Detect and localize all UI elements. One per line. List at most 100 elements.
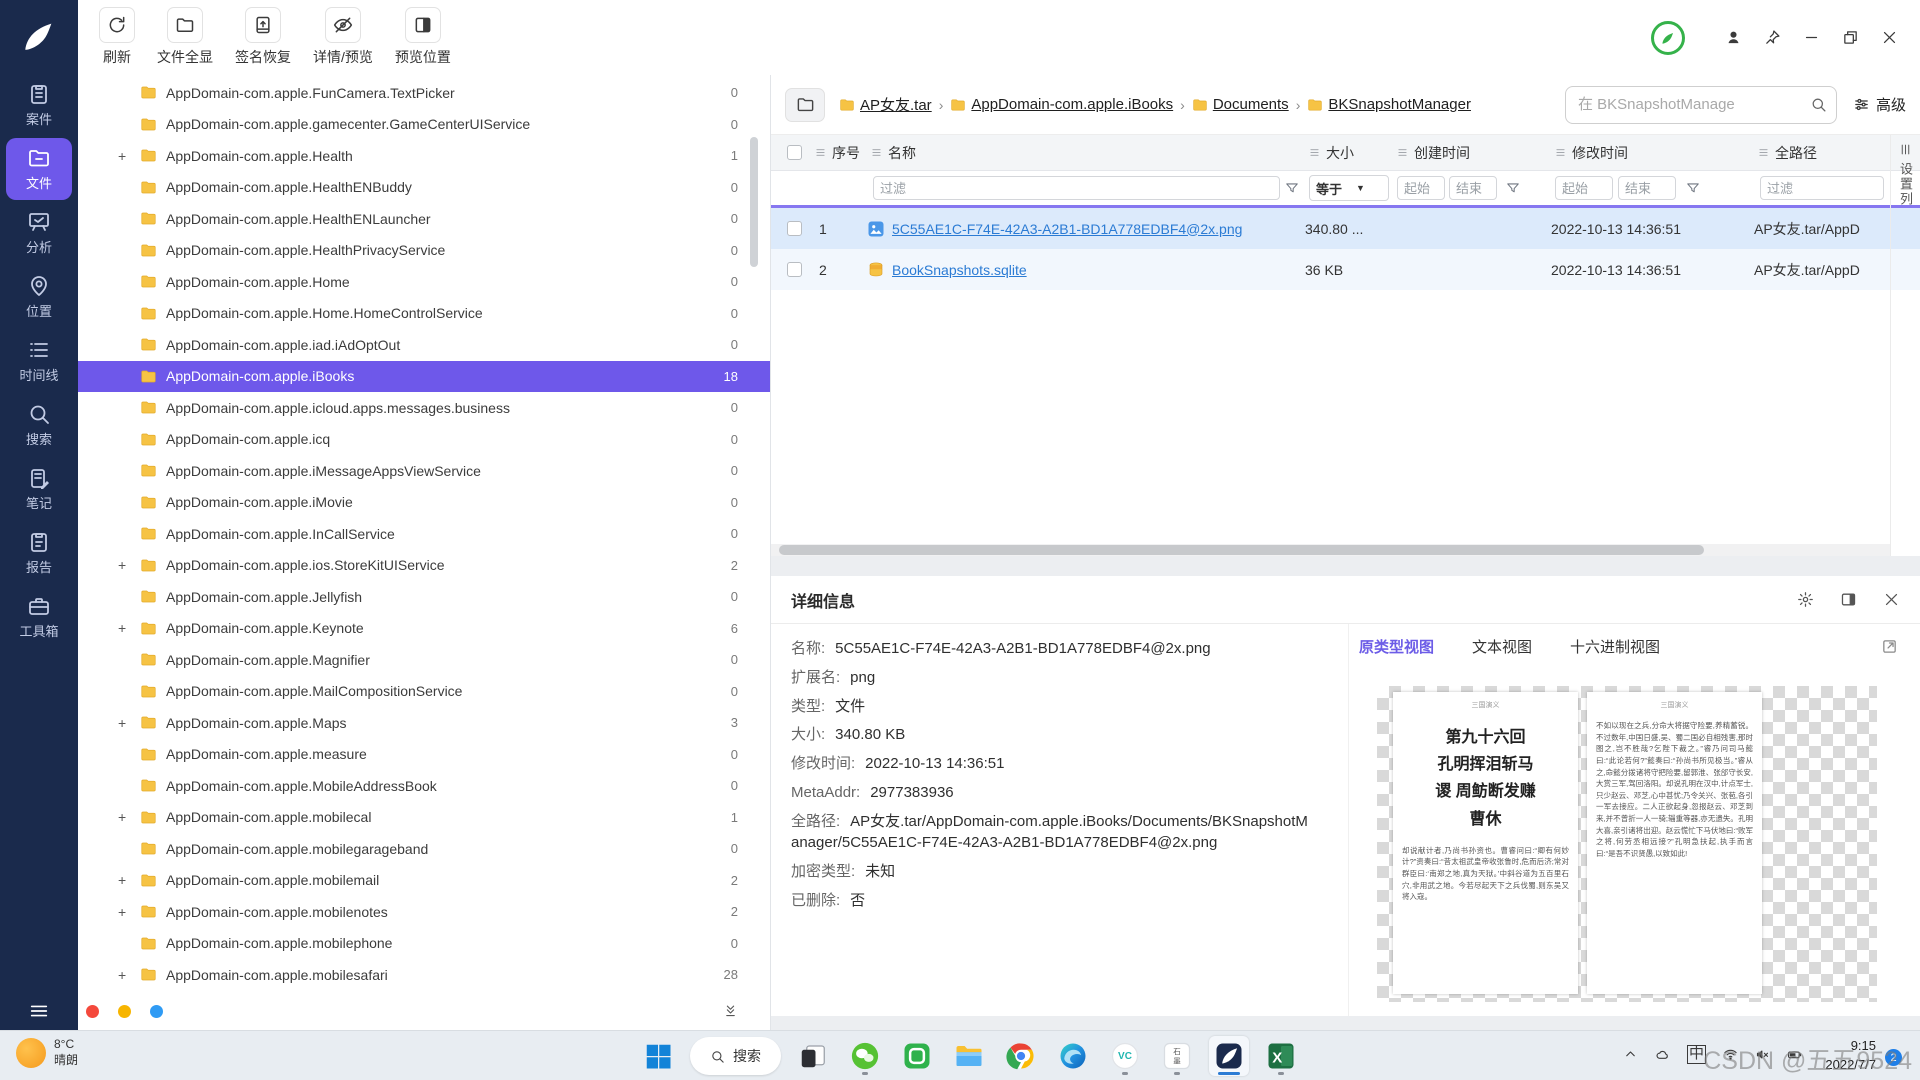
start-button[interactable] [638,1036,678,1076]
column-header-size[interactable]: 大小 [1305,143,1393,163]
toolbar-button-folder[interactable]: 文件全显 [146,7,224,67]
column-header-path[interactable]: 全路径 [1754,143,1890,163]
breadcrumb-item[interactable]: BKSnapshotManager [1307,96,1471,113]
expand-icon[interactable]: + [118,148,140,164]
tree-item[interactable]: AppDomain-com.apple.MobileAddressBook0 [78,770,770,802]
tree-item[interactable]: +AppDomain-com.apple.mobilesafari28 [78,959,770,991]
expand-icon[interactable]: + [118,967,140,983]
tree-item[interactable]: AppDomain-com.apple.iMovie0 [78,487,770,519]
sidebar-item-note[interactable]: 笔记 [6,458,72,520]
tree-item[interactable]: AppDomain-com.apple.iMessageAppsViewServ… [78,455,770,487]
forensic-tool-app[interactable] [1209,1036,1249,1076]
toolbar-button-disk-restore[interactable]: 签名恢复 [224,7,302,67]
tree-item[interactable]: AppDomain-com.apple.HealthPrivacyService… [78,235,770,267]
search-icon[interactable] [1810,96,1827,113]
modified-end-input[interactable] [1618,176,1676,200]
expand-icon[interactable]: + [118,872,140,888]
notification-badge[interactable]: 2 [1885,1049,1902,1066]
tree-item[interactable]: AppDomain-com.apple.FunCamera.TextPicker… [78,77,770,109]
onedrive-cloud-icon[interactable] [1655,1047,1670,1062]
taskbar-search-pill[interactable]: 搜索 [690,1037,781,1075]
preview-tab[interactable]: 十六进制视图 [1570,636,1660,657]
tree-item[interactable]: AppDomain-com.apple.Jellyfish0 [78,581,770,613]
modified-start-input[interactable] [1555,176,1613,200]
expand-icon[interactable]: + [118,904,140,920]
sidebar-item-report[interactable]: 报告 [6,522,72,584]
preview-tab[interactable]: 文本视图 [1472,636,1532,657]
edge-app[interactable] [1053,1036,1093,1076]
battery-icon[interactable] [1787,1047,1802,1062]
breadcrumb-item[interactable]: Documents [1192,96,1289,113]
sidebar-item-toolbox[interactable]: 工具箱 [6,586,72,648]
close-button[interactable] [1881,29,1898,46]
tree-item[interactable]: +AppDomain-com.apple.mobilenotes2 [78,896,770,928]
sidebar-item-timeline[interactable]: 时间线 [6,330,72,392]
tree-item[interactable]: AppDomain-com.apple.HealthENBuddy0 [78,172,770,204]
tree-item[interactable]: AppDomain-com.apple.mobilephone0 [78,928,770,960]
close-details-icon[interactable] [1883,591,1900,608]
task-view-button[interactable] [793,1036,833,1076]
tree-item[interactable]: AppDomain-com.apple.Home0 [78,266,770,298]
wechat-app[interactable] [845,1036,885,1076]
created-end-input[interactable] [1449,176,1497,200]
sidebar-item-search[interactable]: 搜索 [6,394,72,456]
search-input[interactable] [1565,86,1837,124]
path-filter-input[interactable] [1760,176,1884,200]
open-external-icon[interactable] [1881,638,1898,655]
column-settings-toggle[interactable]: 设置列 [1890,135,1920,556]
sidebar-item-folder-minus[interactable]: 文件 [6,138,72,200]
breadcrumb-item[interactable]: AP女友.tar [839,94,932,115]
size-operator-select[interactable]: 等于▼ [1309,175,1389,201]
speaker-muted-icon[interactable] [1755,1047,1770,1062]
scroll-to-bottom-icon[interactable] [723,1003,738,1018]
tree-item[interactable]: +AppDomain-com.apple.Maps3 [78,707,770,739]
voov-meeting-app[interactable]: VC [1105,1036,1145,1076]
hamburger-menu-icon[interactable] [0,1000,78,1022]
sidebar-item-clipboard[interactable]: 案件 [6,74,72,136]
select-all-checkbox[interactable] [787,145,802,160]
funnel-icon[interactable] [1686,181,1700,195]
shimo-docs-app[interactable]: 石墨 [1157,1036,1197,1076]
pin-window-icon[interactable] [1764,29,1781,46]
column-header-created[interactable]: 创建时间 [1393,143,1551,163]
excel-app[interactable]: X [1261,1036,1301,1076]
taskbar-clock[interactable]: 9:15 2022/7/7 [1825,1037,1876,1075]
sidebar-item-board[interactable]: 分析 [6,202,72,264]
tree-item[interactable]: AppDomain-com.apple.gamecenter.GameCente… [78,109,770,141]
gear-icon[interactable] [1797,591,1814,608]
tree-item[interactable]: +AppDomain-com.apple.Health1 [78,140,770,172]
column-header-modified[interactable]: 修改时间 [1551,143,1754,163]
panel-layout-icon[interactable] [1840,591,1857,608]
tree-item[interactable]: AppDomain-com.apple.MailCompositionServi… [78,676,770,708]
folder-up-button[interactable] [785,88,825,122]
expand-icon[interactable]: + [118,620,140,636]
expand-icon[interactable]: + [118,809,140,825]
name-filter-input[interactable] [873,176,1280,200]
column-header-name[interactable]: 名称 [867,143,1305,163]
tree-item[interactable]: +AppDomain-com.apple.mobilecal1 [78,802,770,834]
scrollbar-thumb[interactable] [779,545,1704,555]
column-header-index[interactable]: 序号 [811,143,867,163]
toolbar-button-eye-off[interactable]: 详情/预览 [302,7,384,67]
user-icon[interactable] [1725,29,1742,46]
file-link[interactable]: BookSnapshots.sqlite [892,262,1027,278]
expand-icon[interactable]: + [118,715,140,731]
chrome-app[interactable] [1001,1036,1041,1076]
toolbar-button-layout-right[interactable]: 预览位置 [384,7,462,67]
created-start-input[interactable] [1397,176,1445,200]
tree-item[interactable]: +AppDomain-com.apple.Keynote6 [78,613,770,645]
preview-tab[interactable]: 原类型视图 [1359,636,1434,657]
row-checkbox[interactable] [787,262,802,277]
tree-item[interactable]: AppDomain-com.apple.Magnifier0 [78,644,770,676]
tree-item[interactable]: AppDomain-com.apple.Home.HomeControlServ… [78,298,770,330]
tree-item[interactable]: AppDomain-com.apple.icloud.apps.messages… [78,392,770,424]
tree-item[interactable]: AppDomain-com.apple.mobilegarageband0 [78,833,770,865]
tree-item[interactable]: +AppDomain-com.apple.mobilemail2 [78,865,770,897]
expand-icon[interactable]: + [118,557,140,573]
file-explorer-app[interactable] [949,1036,989,1076]
tree-item[interactable]: AppDomain-com.apple.HealthENLauncher0 [78,203,770,235]
table-row[interactable]: 2BookSnapshots.sqlite36 KB2022-10-13 14:… [771,249,1920,290]
tree-item[interactable]: AppDomain-com.apple.measure0 [78,739,770,771]
file-link[interactable]: 5C55AE1C-F74E-42A3-A2B1-BD1A778EDBF4@2x.… [892,221,1242,237]
tree-item[interactable]: AppDomain-com.apple.InCallService0 [78,518,770,550]
